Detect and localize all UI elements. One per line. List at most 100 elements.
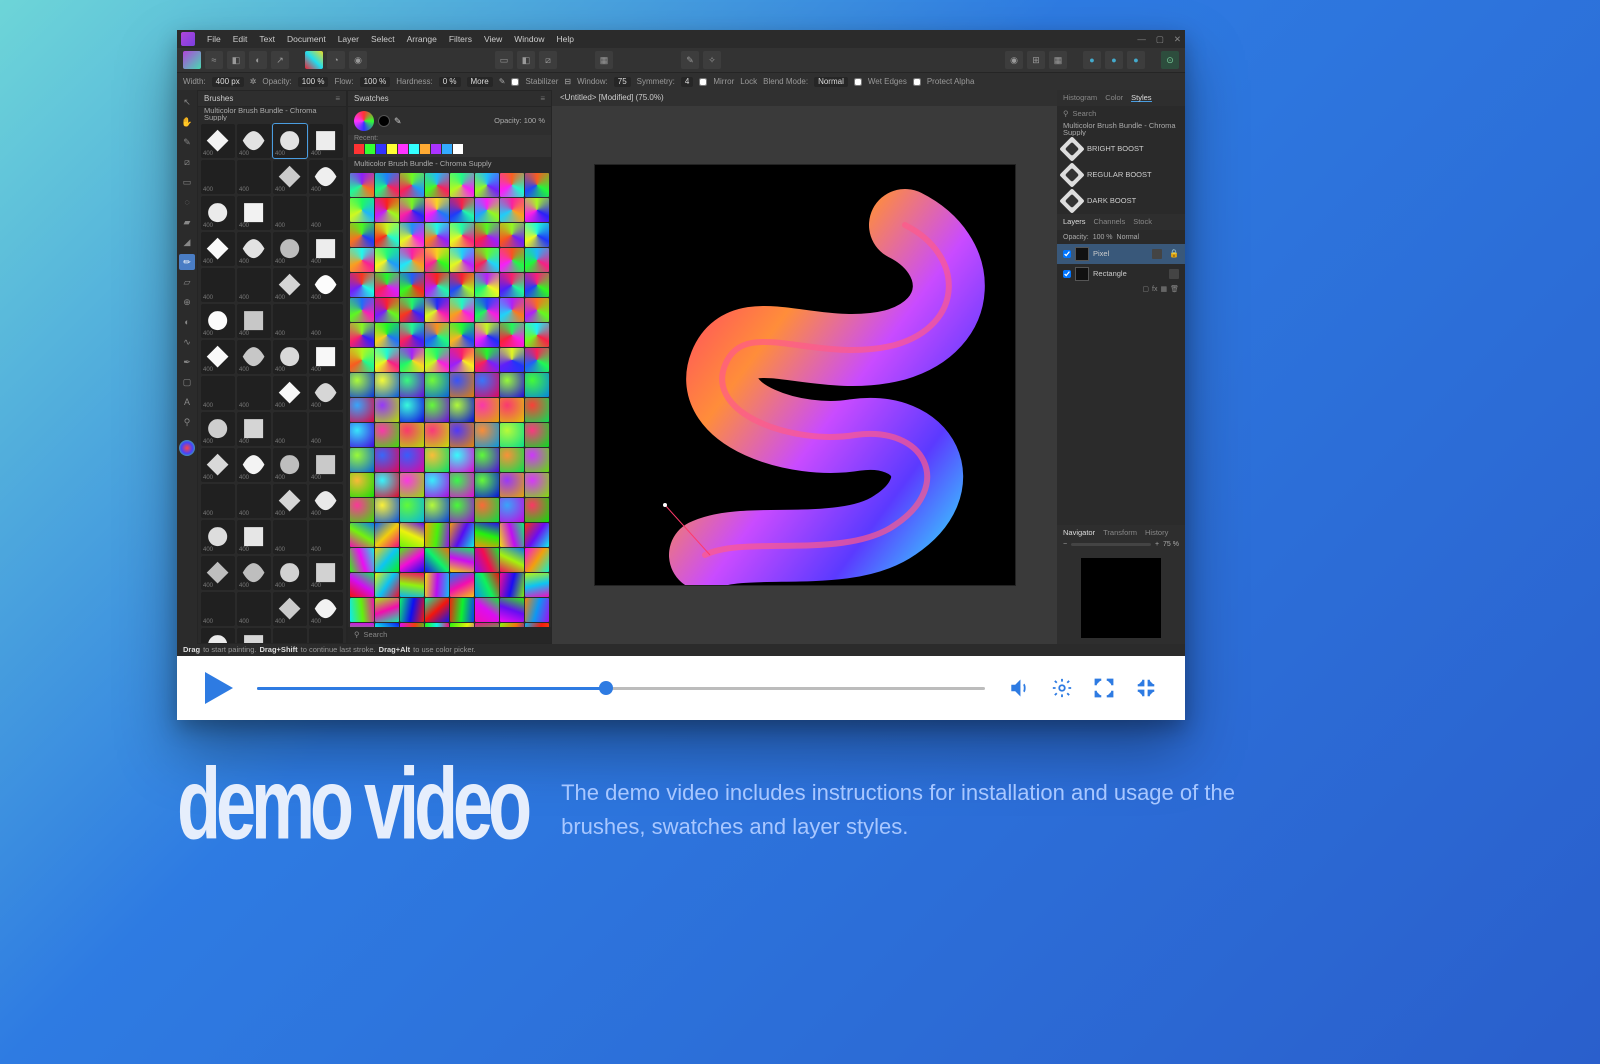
swatch-thumb[interactable] (350, 473, 374, 497)
fullscreen-icon[interactable] (1093, 677, 1115, 699)
swatch-thumb[interactable] (525, 373, 549, 397)
swatch-thumb[interactable] (525, 473, 549, 497)
swatch-thumb[interactable] (450, 398, 474, 422)
brush-thumb[interactable]: 400 (309, 340, 343, 374)
close-icon[interactable]: ✕ (1174, 35, 1181, 44)
brush-thumb[interactable]: 400 (237, 124, 271, 158)
zoom-out-icon[interactable]: − (1063, 541, 1067, 548)
swatch-thumb[interactable] (450, 448, 474, 472)
swatch-thumb[interactable] (400, 198, 424, 222)
swatch-thumb[interactable] (375, 398, 399, 422)
swatch-opacity[interactable]: 100 % (524, 116, 545, 125)
menu-help[interactable]: Help (557, 35, 574, 44)
swatch-thumb[interactable] (525, 323, 549, 347)
swatch-thumb[interactable] (500, 248, 524, 272)
layer-visibility-icon[interactable] (1152, 249, 1162, 259)
brush-thumb[interactable]: 400 (237, 484, 271, 518)
toolbar-snap-icon[interactable]: ⊞ (1027, 51, 1045, 69)
brush-thumb[interactable]: 400 (237, 268, 271, 302)
flow-value[interactable]: 100 % (360, 77, 391, 87)
tab-transform[interactable]: Transform (1103, 529, 1137, 537)
layer-mask-icon[interactable]: ▢ (1142, 286, 1149, 288)
brush-thumb[interactable]: 400 (237, 556, 271, 590)
zoom-in-icon[interactable]: + (1155, 541, 1159, 548)
minimize-icon[interactable]: — (1137, 35, 1146, 44)
swatch-thumb[interactable] (425, 473, 449, 497)
brush-thumb[interactable]: 400 (309, 412, 343, 446)
swatch-thumb[interactable] (375, 273, 399, 297)
brush-thumb[interactable]: 400 (309, 304, 343, 338)
layer-check[interactable] (1063, 250, 1071, 258)
swatch-thumb[interactable] (500, 548, 524, 572)
toolbar-sel-icon[interactable]: ▦ (595, 51, 613, 69)
swatch-thumb[interactable] (500, 398, 524, 422)
swatch-thumb[interactable] (450, 598, 474, 622)
brush-thumb[interactable]: 400 (309, 628, 343, 643)
swatch-thumb[interactable] (375, 298, 399, 322)
swatch-thumb[interactable] (400, 348, 424, 372)
layer-lock-icon[interactable]: 🔒 (1169, 250, 1179, 258)
swatch-thumb[interactable] (500, 173, 524, 197)
swatch-thumb[interactable] (400, 173, 424, 197)
swatch-thumb[interactable] (525, 548, 549, 572)
brush-thumb[interactable]: 400 (273, 232, 307, 266)
brush-thumb[interactable]: 400 (237, 628, 271, 643)
swatch-thumb[interactable] (450, 323, 474, 347)
stabilizer-mode-icon[interactable]: ⊟ (564, 78, 571, 86)
layer-opacity[interactable]: 100 % (1093, 234, 1113, 241)
menu-window[interactable]: Window (514, 35, 544, 44)
stabilizer-checkbox[interactable] (511, 78, 519, 86)
swatch-thumb[interactable] (350, 248, 374, 272)
brush-thumb[interactable]: 400 (273, 484, 307, 518)
erase-tool-icon[interactable]: ▱ (179, 274, 195, 290)
layer-visibility-icon[interactable] (1169, 269, 1179, 279)
brush-thumb[interactable]: 400 (201, 628, 235, 643)
swatch-thumb[interactable] (450, 248, 474, 272)
swatch-thumb[interactable] (375, 498, 399, 522)
swatch-thumb[interactable] (450, 273, 474, 297)
swatch-thumb[interactable] (400, 498, 424, 522)
swatch-thumb[interactable] (425, 548, 449, 572)
swatch-thumb[interactable] (450, 173, 474, 197)
persona-develop-icon[interactable]: ◧ (227, 51, 245, 69)
swatch-thumb[interactable] (425, 498, 449, 522)
menu-text[interactable]: Text (259, 35, 275, 44)
gear-icon[interactable] (1051, 677, 1073, 699)
brush-thumb[interactable]: 400 (309, 160, 343, 194)
swatch-thumb[interactable] (400, 548, 424, 572)
maximize-icon[interactable]: ▢ (1156, 35, 1164, 44)
swatch-thumb[interactable] (500, 498, 524, 522)
brush-thumb[interactable]: 400 (273, 628, 307, 643)
swatch-thumb[interactable] (475, 248, 499, 272)
swatch-thumb[interactable] (350, 573, 374, 597)
swatch-thumb[interactable] (375, 373, 399, 397)
brush-thumb[interactable]: 400 (309, 376, 343, 410)
swatch-thumb[interactable] (350, 298, 374, 322)
wet-checkbox[interactable] (854, 78, 862, 86)
toolbar-crop-icon[interactable]: ⧄ (539, 51, 557, 69)
swatch-thumb[interactable] (450, 473, 474, 497)
layer-delete-icon[interactable]: 🗑 (1170, 286, 1179, 288)
swatch-thumb[interactable] (375, 448, 399, 472)
swatch-thumb[interactable] (350, 198, 374, 222)
swatch-thumb[interactable] (350, 223, 374, 247)
swatch-thumb[interactable] (350, 323, 374, 347)
swatch-thumb[interactable] (425, 348, 449, 372)
swatch-thumb[interactable] (475, 548, 499, 572)
swatch-thumb[interactable] (500, 373, 524, 397)
toolbar-align-icon[interactable]: ▭ (495, 51, 513, 69)
swatch-thumb[interactable] (500, 598, 524, 622)
swatch-thumb[interactable] (350, 423, 374, 447)
text-tool-icon[interactable]: A (179, 394, 195, 410)
recent-swatch[interactable] (365, 144, 375, 154)
marquee-tool-icon[interactable]: ◌ (179, 194, 195, 210)
brush-thumb[interactable]: 400 (273, 304, 307, 338)
brush-thumb[interactable]: 400 (309, 484, 343, 518)
swatch-thumb[interactable] (425, 173, 449, 197)
toolbar-cloud2-icon[interactable]: ● (1105, 51, 1123, 69)
brushes-category[interactable]: Multicolor Brush Bundle - Chroma Supply (198, 107, 346, 121)
recent-swatch[interactable] (398, 144, 408, 154)
swatch-thumb[interactable] (400, 223, 424, 247)
swatch-thumb[interactable] (350, 273, 374, 297)
brush-thumb[interactable]: 400 (309, 232, 343, 266)
